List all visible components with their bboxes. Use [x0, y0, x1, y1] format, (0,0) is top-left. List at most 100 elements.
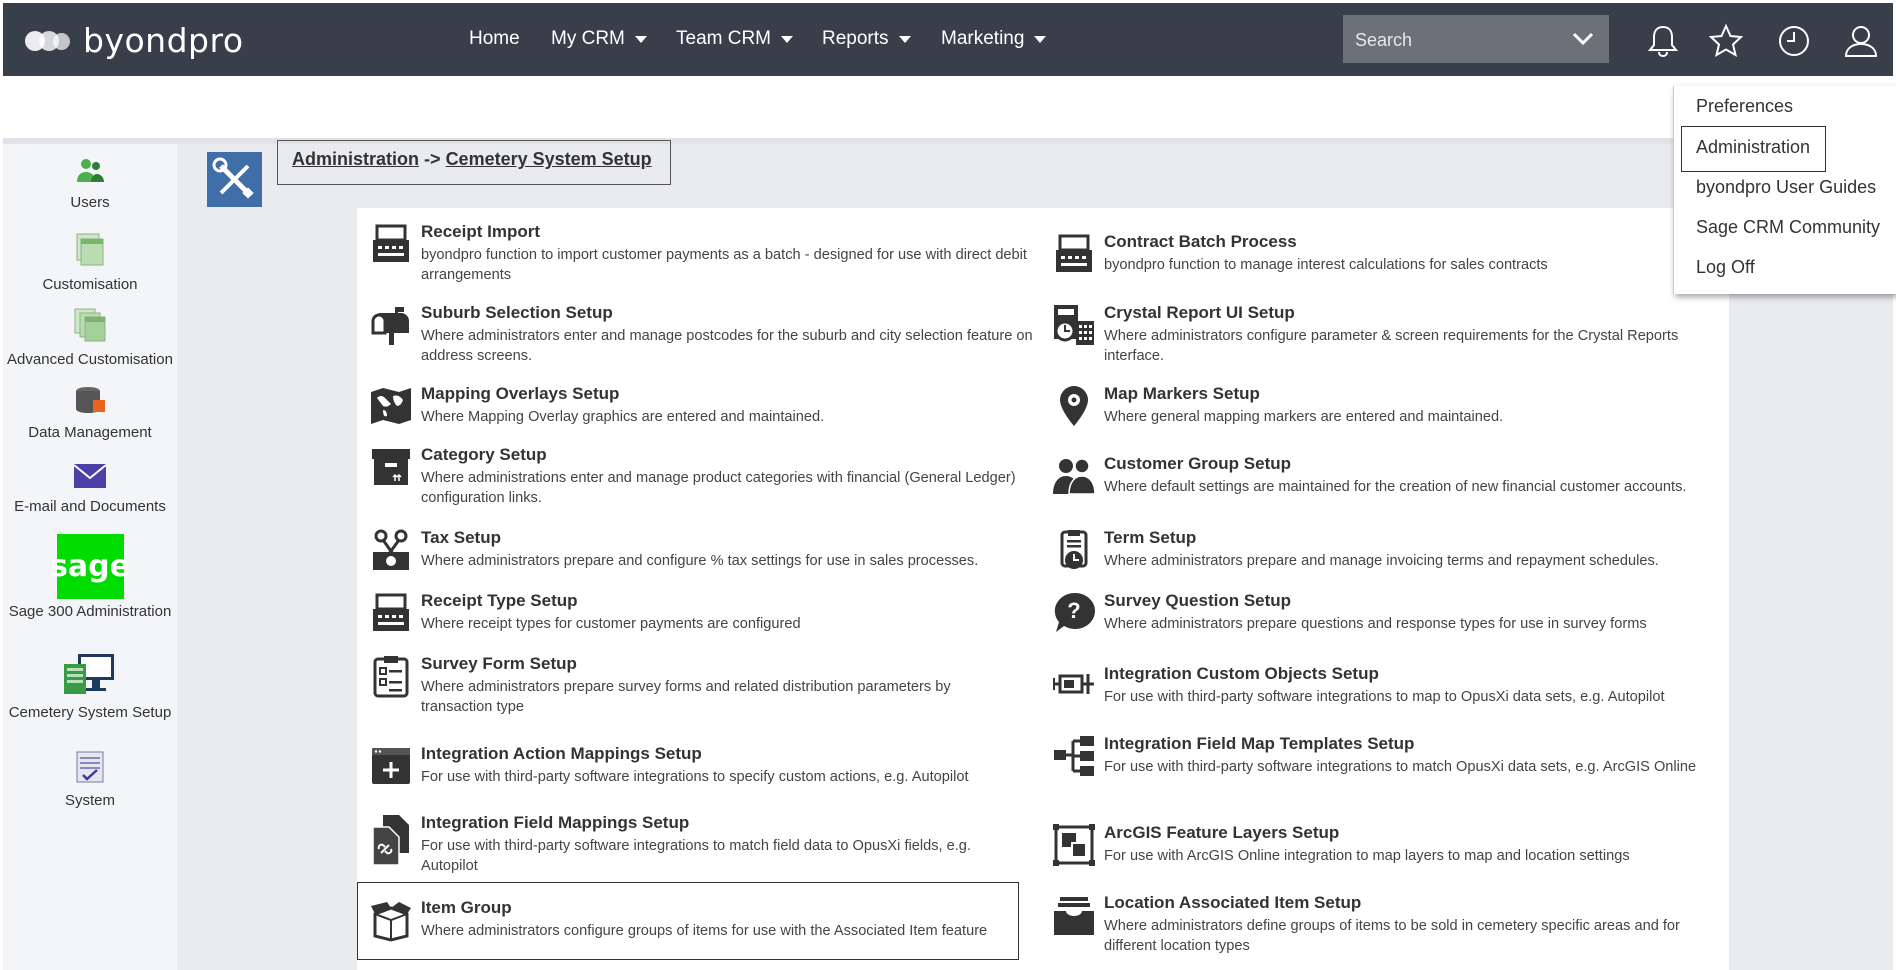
option-integration-field-mappings-setup[interactable]: Integration Field Mappings Setup For use… — [369, 813, 1049, 879]
nav-my-crm[interactable]: My CRM — [551, 28, 647, 50]
tax-icon — [373, 529, 409, 570]
sidebar-item-data-management[interactable]: Data Management — [3, 384, 177, 441]
option-title: Category Setup — [421, 445, 547, 464]
option-title: Integration Field Mappings Setup — [421, 813, 690, 832]
sidebar-item-sage-300-administration[interactable]: sage Sage 300 Administration — [3, 534, 177, 620]
option-survey-question-setup[interactable]: ? Survey Question Setup Where administra… — [1052, 591, 1722, 641]
option-contract-batch-process[interactable]: Contract Batch Process byondpro function… — [1052, 232, 1722, 282]
option-title: Term Setup — [1104, 528, 1197, 547]
cash-register-icon — [1056, 234, 1092, 272]
nav-marketing[interactable]: Marketing — [941, 28, 1047, 50]
sidebar-item-system[interactable]: System — [3, 750, 177, 809]
breadcrumb: Administration -> Cemetery System Setup — [277, 140, 671, 185]
option-title: ArcGIS Feature Layers Setup — [1104, 823, 1340, 842]
option-description: Where administrators prepare and manage … — [1104, 553, 1659, 569]
item-group-focus-outline — [357, 882, 1019, 960]
nav-team-crm-label: Team CRM — [676, 28, 772, 49]
caret-down-icon — [634, 35, 647, 43]
sidebar-item-customisation[interactable]: Customisation — [3, 232, 177, 293]
option-title: Suburb Selection Setup — [421, 303, 613, 322]
star-icon[interactable] — [1708, 23, 1744, 59]
option-map-markers-setup[interactable]: Map Markers Setup Where general mapping … — [1052, 384, 1722, 434]
option-customer-group-setup[interactable]: Customer Group Setup Where default setti… — [1052, 454, 1722, 504]
option-crystal-report-ui-setup[interactable]: Crystal Report UI Setup Where administra… — [1052, 303, 1722, 364]
bell-icon[interactable] — [1645, 23, 1681, 59]
menu-item-administration[interactable]: Administration — [1696, 137, 1810, 158]
option-description: Where administrators prepare and configu… — [421, 553, 979, 569]
nav-team-crm[interactable]: Team CRM — [676, 28, 794, 50]
option-description: Where administrations enter and manage p… — [421, 470, 1016, 506]
sidebar-item-cemetery-system-setup[interactable]: Cemetery System Setup — [3, 652, 177, 721]
option-tax-setup[interactable]: Tax Setup Where administrators prepare a… — [369, 528, 1049, 578]
option-term-setup[interactable]: Term Setup Where administrators prepare … — [1052, 528, 1722, 578]
caret-down-icon — [898, 35, 911, 43]
sidebar-item-users[interactable]: Users — [3, 156, 177, 211]
box-icon — [372, 449, 410, 485]
admin-sidebar: Users Customisation Advanced Customisati… — [3, 144, 177, 970]
option-receipt-type-setup[interactable]: Receipt Type Setup Where receipt types f… — [369, 591, 1049, 641]
logo-circles-icon — [25, 25, 81, 55]
cemetery-setup-icon — [64, 654, 114, 694]
sidebar-item-email-documents[interactable]: E-mail and Documents — [3, 462, 177, 515]
breadcrumb-current-link[interactable]: Cemetery System Setup — [446, 149, 652, 169]
menu-item-user-guides[interactable]: byondpro User Guides — [1696, 177, 1876, 198]
option-description: Where administrators define groups of it… — [1104, 918, 1680, 954]
top-navigation-bar: byondpro Home My CRM Team CRM Reports Ma… — [3, 3, 1893, 76]
svg-text:?: ? — [1067, 598, 1080, 623]
chevron-down-icon[interactable] — [1571, 27, 1595, 51]
sidebar-item-label: Cemetery System Setup — [8, 704, 172, 721]
option-description: byondpro function to manage interest cal… — [1104, 257, 1548, 273]
option-mapping-overlays-setup[interactable]: Mapping Overlays Setup Where Mapping Ove… — [369, 384, 1049, 434]
map-marker-icon — [1060, 386, 1088, 426]
world-map-icon — [371, 388, 411, 424]
option-integration-custom-objects-setup[interactable]: Integration Custom Objects Setup For use… — [1052, 664, 1722, 714]
option-title: Contract Batch Process — [1104, 232, 1297, 251]
option-description: For use with third-party software integr… — [421, 838, 971, 874]
option-receipt-import[interactable]: Receipt Import byondpro function to impo… — [369, 222, 1049, 283]
nav-reports[interactable]: Reports — [822, 28, 911, 50]
brand-logo[interactable]: byondpro — [25, 21, 244, 60]
sidebar-item-advanced-customisation[interactable]: Advanced Customisation — [3, 307, 177, 368]
sidebar-item-label: System — [64, 792, 115, 809]
sidebar-item-label: Users — [70, 194, 110, 211]
search-input[interactable] — [1343, 15, 1577, 65]
sage-logo: sage — [50, 534, 130, 599]
menu-item-log-off[interactable]: Log Off — [1696, 257, 1755, 278]
option-description: Where administrators prepare questions a… — [1104, 616, 1647, 632]
window-plus-icon — [372, 748, 410, 784]
option-location-associated-item-setup[interactable]: Location Associated Item Setup Where adm… — [1052, 893, 1722, 959]
sage-logo-text: sage — [50, 549, 130, 584]
option-integration-field-map-templates-setup[interactable]: Integration Field Map Templates Setup Fo… — [1052, 734, 1722, 800]
menu-item-sage-crm-community[interactable]: Sage CRM Community — [1696, 217, 1880, 238]
nav-my-crm-label: My CRM — [551, 28, 625, 49]
option-description: Where receipt types for customer payment… — [421, 616, 801, 632]
breadcrumb-separator: -> — [424, 149, 441, 169]
data-management-icon — [76, 387, 105, 413]
option-title: Tax Setup — [421, 528, 501, 547]
option-title: Receipt Import — [421, 222, 541, 241]
term-clock-icon — [1060, 530, 1088, 569]
user-icon[interactable] — [1843, 23, 1879, 59]
option-survey-form-setup[interactable]: Survey Form Setup Where administrators p… — [369, 654, 1049, 720]
sidebar-item-label: Data Management — [28, 424, 152, 441]
breadcrumb-administration-link[interactable]: Administration — [292, 149, 419, 169]
caret-down-icon — [1034, 35, 1047, 43]
option-description: Where administrators prepare survey form… — [421, 679, 951, 715]
option-title: Receipt Type Setup — [421, 591, 578, 610]
option-description: Where general mapping markers are entere… — [1104, 409, 1504, 425]
people-icon — [1053, 458, 1096, 495]
sidebar-item-label: Customisation — [42, 276, 138, 293]
cash-register-icon — [373, 224, 409, 262]
option-arcgis-feature-layers-setup[interactable]: ArcGIS Feature Layers Setup For use with… — [1052, 823, 1722, 873]
caret-down-icon — [781, 35, 794, 43]
option-suburb-selection-setup[interactable]: Suburb Selection Setup Where administrat… — [369, 303, 1049, 364]
sidebar-item-label: Advanced Customisation — [7, 351, 173, 368]
option-description: byondpro function to import customer pay… — [421, 247, 1027, 283]
option-category-setup[interactable]: Category Setup Where administrations ent… — [369, 445, 1049, 511]
menu-item-preferences[interactable]: Preferences — [1696, 96, 1793, 117]
clock-icon[interactable] — [1776, 23, 1812, 59]
user-dropdown-menu: Preferences Administration byondpro User… — [1673, 86, 1896, 294]
option-integration-action-mappings-setup[interactable]: Integration Action Mappings Setup For us… — [369, 744, 1049, 794]
nav-home[interactable]: Home — [469, 28, 520, 50]
option-description: Where default settings are maintained fo… — [1104, 479, 1687, 495]
